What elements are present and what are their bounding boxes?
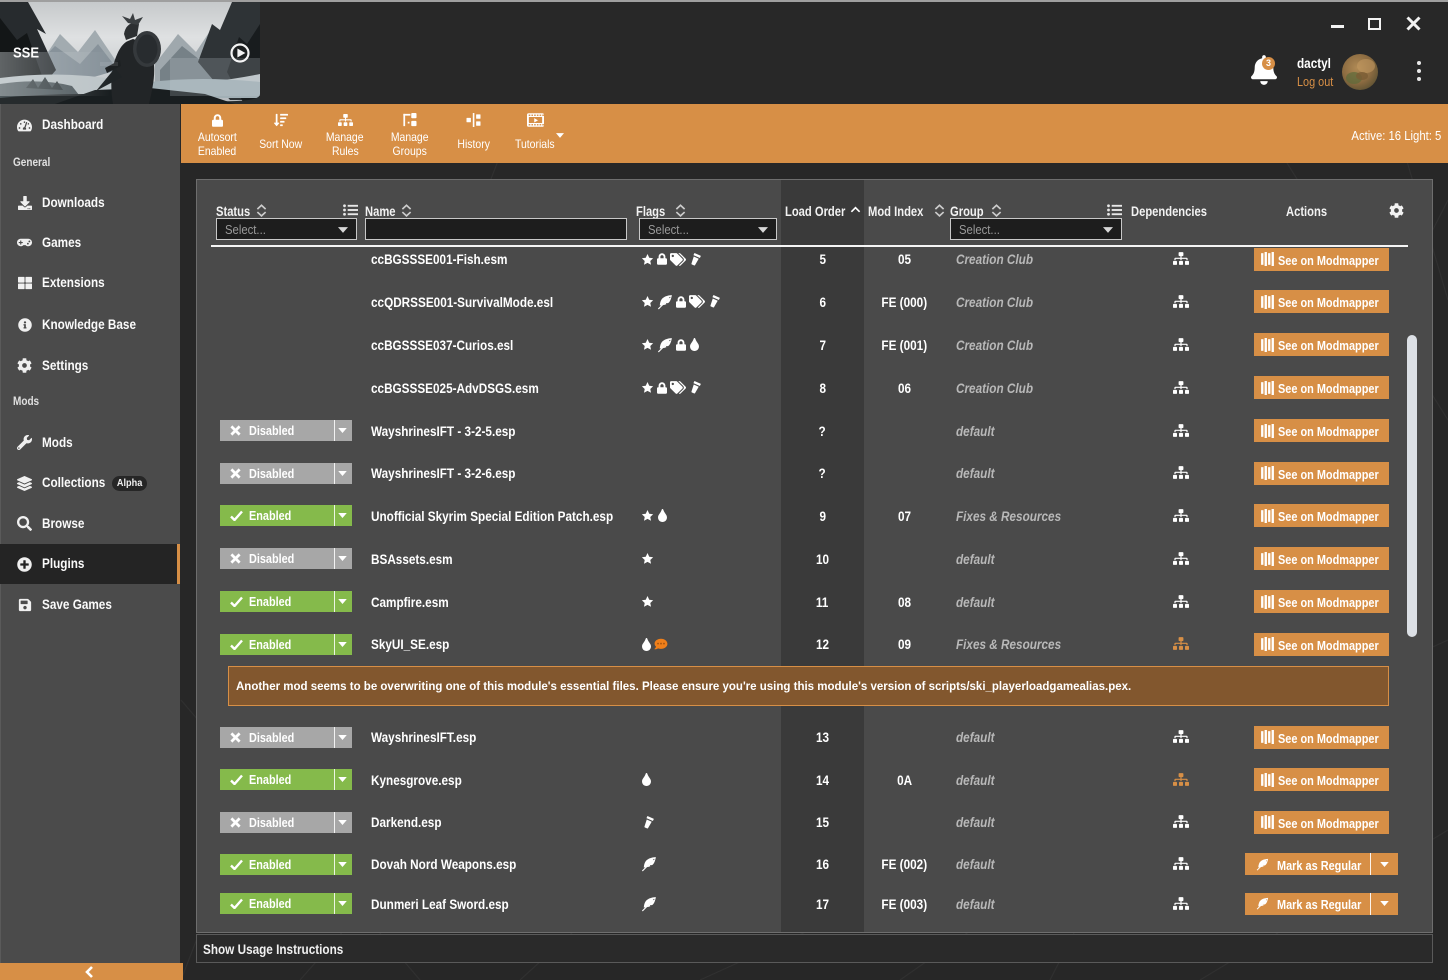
svg-text:SSE: SSE [13,45,39,62]
